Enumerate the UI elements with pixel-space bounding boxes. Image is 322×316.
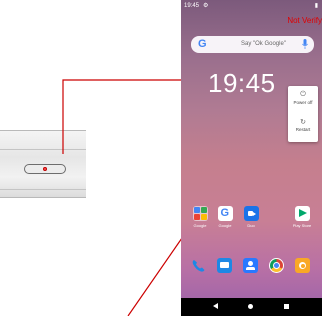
power-off-label: Power off <box>293 100 313 105</box>
callout-line-home <box>127 237 183 316</box>
play-store-icon <box>294 206 310 221</box>
mic-icon[interactable] <box>302 39 308 49</box>
search-hint: Say "Ok Google" <box>241 41 286 47</box>
restart-button[interactable]: ↻ Restart <box>288 118 318 132</box>
app-label: Duo <box>247 223 255 228</box>
status-bar: 19:45 ⚙ ▮ <box>181 0 322 14</box>
google-g-logo: G <box>198 38 207 50</box>
app-label: Play Store <box>292 223 312 228</box>
google-folder-icon <box>192 206 208 221</box>
app-duo[interactable]: Duo <box>241 206 261 228</box>
google-icon: G <box>217 206 233 221</box>
power-icon: ⏻ <box>300 91 306 98</box>
back-icon[interactable] <box>213 303 218 309</box>
device-edge-line <box>0 189 86 190</box>
messages-icon[interactable] <box>217 258 232 273</box>
gear-icon: ⚙ <box>203 3 209 9</box>
google-search-bar[interactable]: G Say "Ok Google" <box>191 36 314 53</box>
duo-icon <box>243 206 259 221</box>
home-icon[interactable] <box>248 304 253 309</box>
recents-icon[interactable] <box>284 304 289 309</box>
camera-icon[interactable] <box>295 258 310 273</box>
power-off-button[interactable]: ⏻ Power off <box>288 91 318 105</box>
app-google-folder[interactable]: Google <box>190 206 210 228</box>
app-label: Google <box>218 223 232 228</box>
power-key-indicator <box>43 167 47 171</box>
chrome-icon[interactable] <box>269 258 284 273</box>
power-key <box>24 164 66 174</box>
device-edge-line <box>0 149 86 150</box>
battery-icon: ▮ <box>314 3 318 9</box>
contacts-icon[interactable] <box>243 258 258 273</box>
navigation-bar <box>181 298 322 316</box>
not-verify-warning: Not Verify <box>287 16 322 25</box>
phone-icon[interactable] <box>191 258 206 273</box>
power-menu: ⏻ Power off ↻ Restart <box>288 86 318 142</box>
device-side-illustration <box>0 122 86 206</box>
phone-screen: 19:45 ⚙ ▮ Not Verify G Say "Ok Google" 1… <box>181 0 322 316</box>
app-label: Google <box>193 223 207 228</box>
app-play-store[interactable]: Play Store <box>292 206 312 228</box>
status-time: 19:45 <box>184 3 200 9</box>
app-google[interactable]: G Google <box>215 206 235 228</box>
restart-label: Restart <box>295 127 311 132</box>
clock-widget[interactable]: 19:45 <box>208 68 276 99</box>
restart-icon: ↻ <box>300 119 306 126</box>
